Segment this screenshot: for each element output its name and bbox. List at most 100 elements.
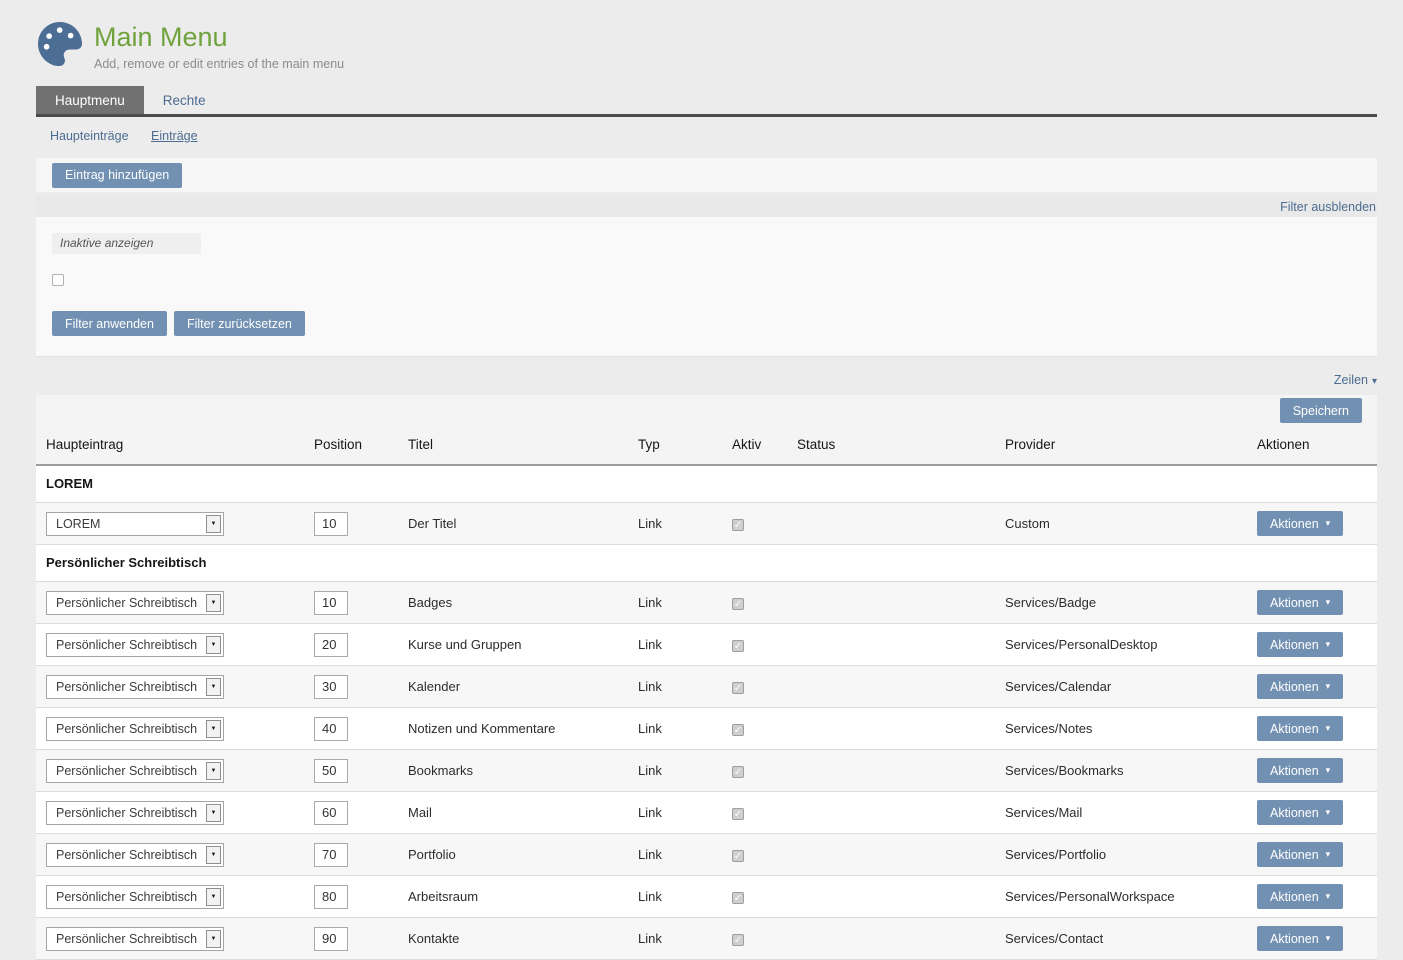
- table-row: Persönlicher Schreibtisch▼BadgesLink✓Ser…: [36, 582, 1377, 624]
- main-menu-table-panel: Speichern Haupteintrag Position Titel Ty…: [36, 395, 1377, 960]
- table-row: Persönlicher Schreibtisch▼MailLink✓Servi…: [36, 792, 1377, 834]
- table-row: Persönlicher Schreibtisch▼KalenderLink✓S…: [36, 666, 1377, 708]
- chevron-down-icon[interactable]: ▼: [206, 720, 221, 738]
- parent-select[interactable]: Persönlicher Schreibtisch▼: [46, 885, 224, 909]
- position-input[interactable]: [314, 591, 348, 615]
- chevron-down-icon[interactable]: ▼: [206, 888, 221, 906]
- filter-header-strip: Filter ausblenden: [36, 196, 1377, 217]
- caret-down-icon: ▾: [1326, 808, 1331, 817]
- caret-down-icon: ▾: [1326, 519, 1331, 528]
- position-input[interactable]: [314, 759, 348, 783]
- rows-dropdown-link[interactable]: Zeilen▾: [1334, 373, 1377, 387]
- row-actions-button[interactable]: Aktionen▾: [1257, 842, 1343, 867]
- parent-select[interactable]: Persönlicher Schreibtisch▼: [46, 675, 224, 699]
- col-status: Status: [787, 426, 995, 465]
- entry-status: [787, 708, 995, 750]
- parent-select[interactable]: Persönlicher Schreibtisch▼: [46, 801, 224, 825]
- row-actions-button[interactable]: Aktionen▾: [1257, 590, 1343, 615]
- entry-status: [787, 918, 995, 960]
- hide-filter-link[interactable]: Filter ausblenden: [1280, 200, 1376, 214]
- position-input[interactable]: [314, 927, 348, 951]
- entry-type: Link: [628, 750, 722, 792]
- entry-type: Link: [628, 792, 722, 834]
- tab-rechte[interactable]: Rechte: [144, 86, 225, 114]
- col-aktionen: Aktionen: [1247, 426, 1377, 465]
- parent-select[interactable]: Persönlicher Schreibtisch▼: [46, 717, 224, 741]
- parent-select[interactable]: Persönlicher Schreibtisch▼: [46, 633, 224, 657]
- entry-status: [787, 666, 995, 708]
- chevron-down-icon[interactable]: ▼: [206, 804, 221, 822]
- row-actions-button[interactable]: Aktionen▾: [1257, 632, 1343, 657]
- position-input[interactable]: [314, 633, 348, 657]
- active-checkbox[interactable]: ✓: [732, 519, 744, 531]
- parent-select[interactable]: Persönlicher Schreibtisch▼: [46, 927, 224, 951]
- position-input[interactable]: [314, 843, 348, 867]
- chevron-down-icon[interactable]: ▼: [206, 762, 221, 780]
- position-input[interactable]: [314, 801, 348, 825]
- active-checkbox[interactable]: ✓: [732, 850, 744, 862]
- position-input[interactable]: [314, 512, 348, 536]
- position-input[interactable]: [314, 675, 348, 699]
- active-checkbox[interactable]: ✓: [732, 808, 744, 820]
- entry-provider: Services/Contact: [995, 918, 1247, 960]
- row-actions-button[interactable]: Aktionen▾: [1257, 884, 1343, 909]
- chevron-down-icon[interactable]: ▼: [206, 636, 221, 654]
- entry-provider: Services/PersonalWorkspace: [995, 876, 1247, 918]
- subtab-haupteintraege[interactable]: Haupteinträge: [50, 129, 129, 143]
- table-row: Persönlicher Schreibtisch▼KontakteLink✓S…: [36, 918, 1377, 960]
- chevron-down-icon[interactable]: ▼: [206, 930, 221, 948]
- parent-select[interactable]: Persönlicher Schreibtisch▼: [46, 843, 224, 867]
- entry-status: [787, 750, 995, 792]
- row-actions-button[interactable]: Aktionen▾: [1257, 674, 1343, 699]
- chevron-down-icon[interactable]: ▼: [206, 678, 221, 696]
- reset-filter-button[interactable]: Filter zurücksetzen: [174, 311, 305, 336]
- row-actions-button[interactable]: Aktionen▾: [1257, 800, 1343, 825]
- entry-provider: Services/Mail: [995, 792, 1247, 834]
- col-typ: Typ: [628, 426, 722, 465]
- inactive-filter-checkbox[interactable]: [52, 274, 64, 286]
- entry-title: Kontakte: [398, 918, 628, 960]
- chevron-down-icon[interactable]: ▼: [206, 846, 221, 864]
- entry-status: [787, 834, 995, 876]
- menu-table-body: LOREMLOREM▼Der TitelLink✓CustomAktionen▾…: [36, 465, 1377, 960]
- entry-provider: Services/PersonalDesktop: [995, 624, 1247, 666]
- parent-select[interactable]: LOREM▼: [46, 512, 224, 536]
- entry-provider: Custom: [995, 503, 1247, 545]
- active-checkbox[interactable]: ✓: [732, 934, 744, 946]
- apply-filter-button[interactable]: Filter anwenden: [52, 311, 167, 336]
- active-checkbox[interactable]: ✓: [732, 766, 744, 778]
- caret-down-icon: ▾: [1326, 640, 1331, 649]
- toolbar: Eintrag hinzufügen: [36, 158, 1377, 192]
- chevron-down-icon[interactable]: ▼: [206, 594, 221, 612]
- row-actions-button[interactable]: Aktionen▾: [1257, 716, 1343, 741]
- save-button[interactable]: Speichern: [1280, 398, 1362, 423]
- position-input[interactable]: [314, 717, 348, 741]
- active-checkbox[interactable]: ✓: [732, 640, 744, 652]
- entry-provider: Services/Calendar: [995, 666, 1247, 708]
- row-actions-button[interactable]: Aktionen▾: [1257, 926, 1343, 951]
- parent-select[interactable]: Persönlicher Schreibtisch▼: [46, 759, 224, 783]
- active-checkbox[interactable]: ✓: [732, 598, 744, 610]
- entry-type: Link: [628, 666, 722, 708]
- position-input[interactable]: [314, 885, 348, 909]
- row-actions-button[interactable]: Aktionen▾: [1257, 758, 1343, 783]
- parent-select[interactable]: Persönlicher Schreibtisch▼: [46, 591, 224, 615]
- active-checkbox[interactable]: ✓: [732, 892, 744, 904]
- caret-down-icon: ▾: [1372, 376, 1377, 387]
- tab-bar: Hauptmenu Rechte: [36, 86, 1377, 117]
- entry-status: [787, 876, 995, 918]
- col-position: Position: [304, 426, 398, 465]
- chevron-down-icon[interactable]: ▼: [206, 515, 221, 533]
- tab-hauptmenu[interactable]: Hauptmenu: [36, 86, 144, 114]
- active-checkbox[interactable]: ✓: [732, 724, 744, 736]
- subtab-eintraege[interactable]: Einträge: [151, 129, 198, 143]
- group-header-row: Persönlicher Schreibtisch: [36, 545, 1377, 582]
- col-haupteintrag: Haupteintrag: [36, 426, 304, 465]
- entry-type: Link: [628, 624, 722, 666]
- row-actions-button[interactable]: Aktionen▾: [1257, 511, 1343, 536]
- entry-type: Link: [628, 708, 722, 750]
- entry-type: Link: [628, 876, 722, 918]
- filter-field-label: Inaktive anzeigen: [52, 233, 201, 254]
- add-entry-button[interactable]: Eintrag hinzufügen: [52, 163, 182, 188]
- active-checkbox[interactable]: ✓: [732, 682, 744, 694]
